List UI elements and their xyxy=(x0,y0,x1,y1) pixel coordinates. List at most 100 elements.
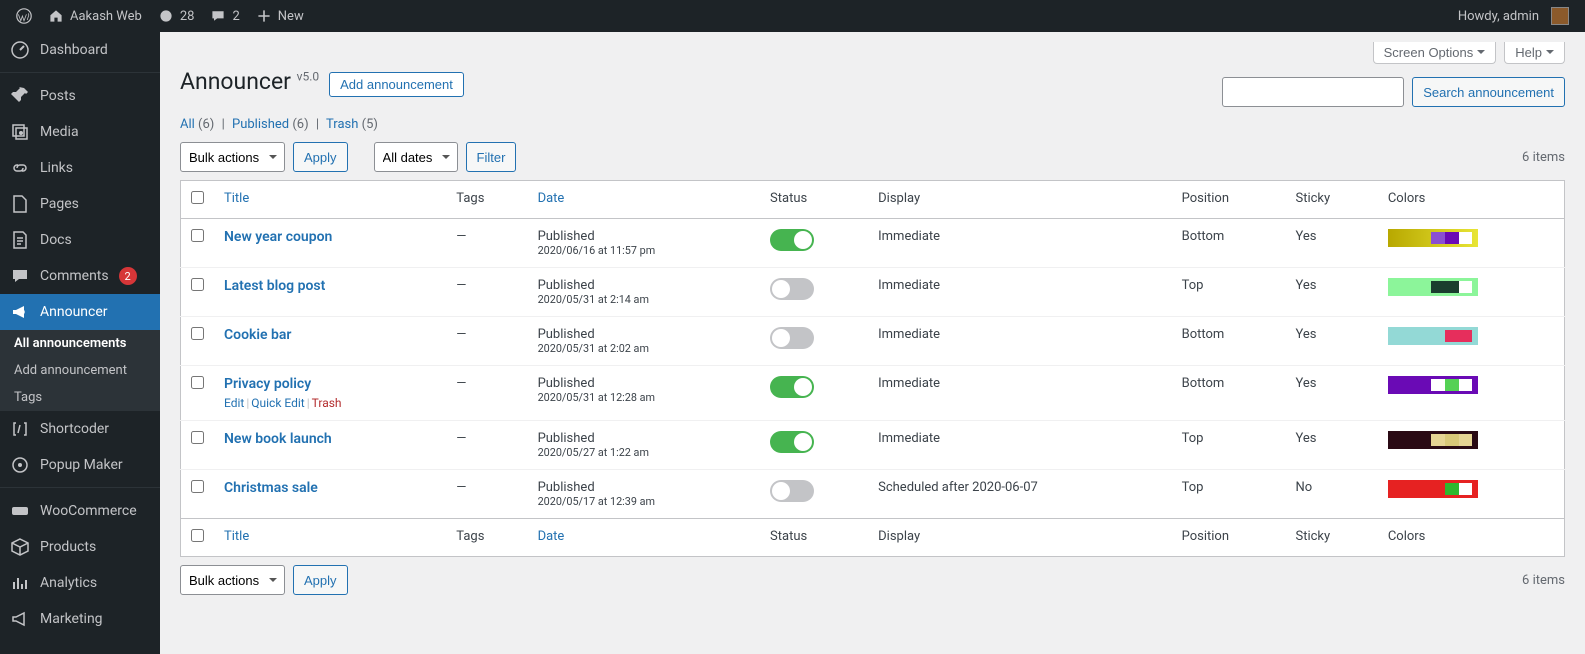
menu-woocommerce[interactable]: WooCommerce xyxy=(0,493,160,529)
col-display: Display xyxy=(868,181,1171,219)
row-date: Published2020/05/31 at 2:14 am xyxy=(528,268,760,317)
menu-media[interactable]: Media xyxy=(0,114,160,150)
status-toggle[interactable] xyxy=(770,480,814,502)
menu-posts[interactable]: Posts xyxy=(0,78,160,114)
menu-label: Popup Maker xyxy=(40,457,123,473)
menu-label: Shortcoder xyxy=(40,421,109,437)
apply-bulk-button[interactable]: Apply xyxy=(293,142,348,172)
row-title-link[interactable]: Latest blog post xyxy=(224,278,325,294)
row-checkbox[interactable] xyxy=(191,376,204,389)
view-trash-count: (5) xyxy=(362,117,378,132)
menu-label: Docs xyxy=(40,232,72,248)
menu-popup-maker[interactable]: Popup Maker xyxy=(0,447,160,483)
select-all-checkbox[interactable] xyxy=(191,191,204,204)
color-swatches xyxy=(1388,431,1478,449)
color-swatches xyxy=(1388,229,1478,247)
status-toggle[interactable] xyxy=(770,327,814,349)
menu-products[interactable]: Products xyxy=(0,529,160,565)
row-sticky: Yes xyxy=(1285,268,1377,317)
view-published[interactable]: Published xyxy=(232,117,289,132)
col-date[interactable]: Date xyxy=(538,191,565,206)
popup-icon xyxy=(10,455,30,475)
filter-button[interactable]: Filter xyxy=(466,142,517,172)
apply-bulk-button-bottom[interactable]: Apply xyxy=(293,565,348,595)
menu-comments[interactable]: Comments 2 xyxy=(0,258,160,294)
row-title-link[interactable]: New book launch xyxy=(224,431,332,447)
row-title-link[interactable]: New year coupon xyxy=(224,229,332,245)
row-checkbox[interactable] xyxy=(191,327,204,340)
menu-label: Marketing xyxy=(40,611,103,627)
trash-link[interactable]: Trash xyxy=(312,396,342,410)
col-title[interactable]: Title xyxy=(224,529,249,544)
search-button[interactable]: Search announcement xyxy=(1412,77,1565,107)
row-position: Top xyxy=(1172,268,1286,317)
quick-edit-link[interactable]: Quick Edit xyxy=(251,396,304,410)
comment-count: 2 xyxy=(232,9,239,24)
row-tags: — xyxy=(446,366,527,421)
view-all[interactable]: All xyxy=(180,117,195,132)
col-date[interactable]: Date xyxy=(538,529,565,544)
row-title-link[interactable]: Privacy policy xyxy=(224,376,311,392)
marketing-icon xyxy=(10,609,30,629)
table-row: Christmas sale—Published2020/05/17 at 12… xyxy=(181,470,1565,519)
items-count-top: 6 items xyxy=(1522,150,1565,165)
view-filters: All (6) | Published (6) | Trash (5) xyxy=(180,117,1565,132)
menu-label: Announcer xyxy=(40,304,108,320)
row-checkbox[interactable] xyxy=(191,431,204,444)
menu-announcer[interactable]: Announcer xyxy=(0,294,160,330)
row-checkbox[interactable] xyxy=(191,229,204,242)
new-link[interactable]: New xyxy=(248,0,312,32)
row-position: Top xyxy=(1172,421,1286,470)
row-date: Published2020/05/31 at 12:28 am xyxy=(528,366,760,421)
menu-shortcoder[interactable]: Shortcoder xyxy=(0,411,160,447)
row-checkbox[interactable] xyxy=(191,480,204,493)
bulk-actions-select-bottom[interactable]: Bulk actions xyxy=(180,565,285,595)
comments-link[interactable]: 2 xyxy=(202,0,247,32)
refresh-link[interactable]: 28 xyxy=(150,0,203,32)
menu-links[interactable]: Links xyxy=(0,150,160,186)
chart-icon xyxy=(10,573,30,593)
add-announcement-button[interactable]: Add announcement xyxy=(329,72,464,97)
status-toggle[interactable] xyxy=(770,278,814,300)
bulk-actions-select[interactable]: Bulk actions xyxy=(180,142,285,172)
submenu-add-announcement[interactable]: Add announcement xyxy=(0,357,160,384)
row-sticky: Yes xyxy=(1285,317,1377,366)
view-trash[interactable]: Trash xyxy=(326,117,358,132)
row-tags: — xyxy=(446,268,527,317)
col-title[interactable]: Title xyxy=(224,191,249,206)
site-name-link[interactable]: Aakash Web xyxy=(40,0,150,32)
submenu-all-announcements[interactable]: All announcements xyxy=(0,330,160,357)
menu-analytics[interactable]: Analytics xyxy=(0,565,160,601)
menu-pages[interactable]: Pages xyxy=(0,186,160,222)
wp-logo[interactable] xyxy=(8,0,40,32)
row-date: Published2020/06/16 at 11:57 pm xyxy=(528,219,760,268)
color-swatches xyxy=(1388,480,1478,498)
submenu-tags[interactable]: Tags xyxy=(0,384,160,411)
view-all-count: (6) xyxy=(198,117,214,132)
menu-dashboard[interactable]: Dashboard xyxy=(0,32,160,68)
screen-options-button[interactable]: Screen Options xyxy=(1373,42,1497,64)
menu-docs[interactable]: Docs xyxy=(0,222,160,258)
col-status: Status xyxy=(760,181,868,219)
doc-icon xyxy=(10,230,30,250)
status-toggle[interactable] xyxy=(770,431,814,453)
row-title-link[interactable]: Christmas sale xyxy=(224,480,318,496)
menu-marketing[interactable]: Marketing xyxy=(0,601,160,637)
howdy-link[interactable]: Howdy, admin xyxy=(1450,0,1577,32)
row-actions: Edit|Quick Edit|Trash xyxy=(224,396,436,410)
search-input[interactable] xyxy=(1222,77,1404,107)
row-sticky: Yes xyxy=(1285,219,1377,268)
comment-icon xyxy=(10,266,30,286)
status-toggle[interactable] xyxy=(770,229,814,251)
row-position: Bottom xyxy=(1172,317,1286,366)
status-toggle[interactable] xyxy=(770,376,814,398)
date-filter-select[interactable]: All dates xyxy=(374,142,458,172)
help-button[interactable]: Help xyxy=(1504,42,1565,64)
tablenav-top: Bulk actions Apply All dates Filter 6 it… xyxy=(180,142,1565,172)
select-all-checkbox-footer[interactable] xyxy=(191,529,204,542)
row-title-link[interactable]: Cookie bar xyxy=(224,327,291,343)
chevron-down-icon xyxy=(1477,50,1485,58)
edit-link[interactable]: Edit xyxy=(224,396,244,410)
menu-separator xyxy=(0,483,160,488)
row-checkbox[interactable] xyxy=(191,278,204,291)
